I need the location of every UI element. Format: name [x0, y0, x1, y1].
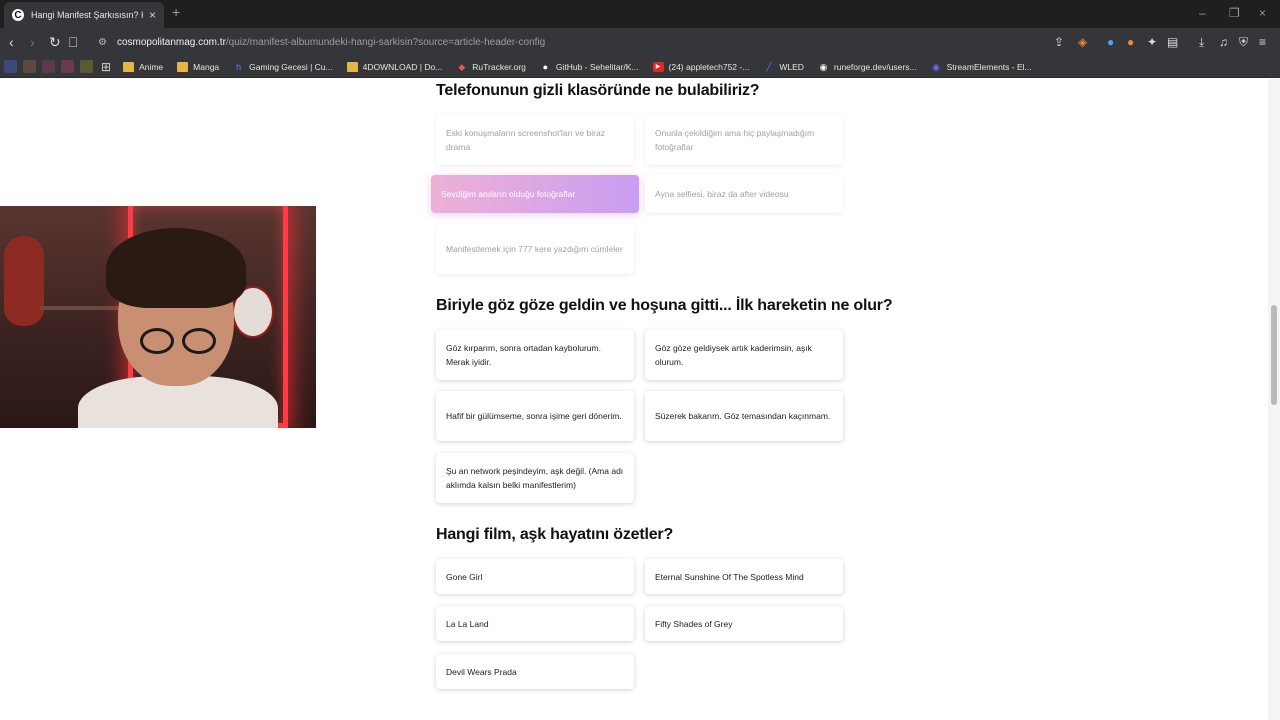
- glasses-left-lens: [140, 328, 174, 354]
- apps-grid-icon[interactable]: ⊞: [101, 60, 111, 74]
- answer-option[interactable]: Şu an network peşindeyim, aşk değil. (Am…: [436, 453, 634, 503]
- url-path: /quiz/manifest-albumundeki-hangi-sarkisi…: [225, 36, 546, 48]
- site-icon: ◉: [819, 61, 828, 72]
- person-hair: [106, 228, 246, 308]
- glasses-right-lens: [182, 328, 216, 354]
- answer-option[interactable]: Manifestlemek için 777 kere yazdığım cüm…: [436, 224, 634, 274]
- page-scrollbar-thumb[interactable]: [1271, 305, 1277, 405]
- back-icon[interactable]: ‹: [9, 33, 14, 51]
- profile-square-icon[interactable]: [80, 60, 93, 73]
- answer-option[interactable]: Onunla çekildiğim ama hiç paylaşmadığım …: [645, 115, 843, 165]
- address-bar[interactable]: ⚙ cosmopolitanmag.com.tr /quiz/manifest-…: [88, 31, 1092, 53]
- answer-option[interactable]: Göz göze geldiysek artık kaderimsin, aşı…: [645, 330, 843, 380]
- answer-option[interactable]: Eski konuşmaların screenshot'ları ve bir…: [436, 115, 634, 165]
- answer-option-selected[interactable]: Sevdiğim anıların olduğu fotoğraflar: [431, 175, 639, 213]
- tab-title: Hangi Manifest Şarkısısın? Kendi: [31, 10, 143, 20]
- bookmark-runeforge[interactable]: ◉ runeforge.dev/users...: [818, 61, 916, 72]
- brave-shields-icon[interactable]: ◈: [1078, 34, 1087, 50]
- window-close-icon[interactable]: ×: [1259, 6, 1266, 20]
- share-icon[interactable]: ⇪: [1054, 34, 1064, 50]
- bookmark-4download[interactable]: 4DOWNLOAD | Do...: [346, 61, 442, 72]
- answer-option[interactable]: Süzerek bakarım. Göz temasından kaçınmam…: [645, 391, 843, 441]
- answer-option[interactable]: Gone Girl: [436, 559, 634, 594]
- answer-option[interactable]: Hafif bir gülümseme, sonra işime geri dö…: [436, 391, 634, 441]
- extensions-icon[interactable]: ✦: [1147, 34, 1157, 50]
- profile-square-icon[interactable]: [42, 60, 55, 73]
- github-icon: ●: [542, 61, 549, 72]
- extension-pin-icon[interactable]: ●: [1127, 34, 1134, 50]
- bookmark-wled[interactable]: ╱ WLED: [763, 62, 804, 72]
- new-tab-icon[interactable]: +: [172, 4, 180, 20]
- guitar-shape: [4, 236, 44, 326]
- answer-option[interactable]: Eternal Sunshine Of The Spotless Mind: [645, 559, 843, 594]
- shelf-shape: [40, 306, 120, 310]
- profile-square-icon[interactable]: [4, 60, 17, 73]
- cosmopolitan-favicon-icon: C: [12, 9, 24, 21]
- minimize-icon[interactable]: –: [1199, 6, 1206, 20]
- tab-close-icon[interactable]: ×: [149, 8, 156, 22]
- webcam-overlay: [0, 206, 316, 428]
- question-title: Hangi film, aşk hayatını özetler?: [436, 526, 674, 543]
- site-settings-icon[interactable]: ⚙: [98, 37, 107, 48]
- site-icon: ◉: [932, 61, 940, 72]
- folder-icon: [346, 61, 358, 72]
- media-icon[interactable]: ♫: [1219, 34, 1228, 50]
- sidebar-icon[interactable]: ▤: [1167, 34, 1178, 50]
- menu-icon[interactable]: ≡: [1259, 34, 1266, 50]
- answer-option[interactable]: Ayna selfiesi, biraz da after videosu: [645, 175, 843, 213]
- site-icon: h: [236, 61, 242, 72]
- answer-option[interactable]: La La Land: [436, 606, 634, 641]
- site-icon: ◆: [458, 61, 466, 72]
- forward-icon[interactable]: ›: [30, 33, 35, 51]
- answer-option[interactable]: Devil Wears Prada: [436, 654, 634, 689]
- tab-strip: C Hangi Manifest Şarkısısın? Kendi × + –…: [0, 0, 1280, 28]
- browser-tab-active[interactable]: C Hangi Manifest Şarkısısın? Kendi ×: [4, 2, 164, 28]
- profile-square-icon[interactable]: [61, 60, 74, 73]
- reload-icon[interactable]: ↻: [49, 33, 61, 51]
- question-title: Biriyle göz göze geldin ve hoşuna gitti.…: [436, 297, 893, 314]
- browser-toolbar: ‹ › ↻ ⎕ ⚙ cosmopolitanmag.com.tr /quiz/m…: [0, 28, 1280, 56]
- answer-option[interactable]: Göz kırparım, sonra ortadan kaybolurum. …: [436, 330, 634, 380]
- bookmark-streamelements[interactable]: ◉ StreamElements - El...: [931, 61, 1031, 72]
- folder-icon: [177, 61, 189, 72]
- answer-option[interactable]: Fifty Shades of Grey: [645, 606, 843, 641]
- bookmark-anime[interactable]: Anime: [123, 61, 163, 72]
- bookmarks-bar: ⊞ Anime Manga h Gaming Gecesi | Cu... 4DO…: [0, 56, 1280, 78]
- question-title: Telefonunun gizli klasöründe ne bulabili…: [436, 82, 760, 99]
- bookmark-youtube[interactable]: ▶ (24) appletech752 -...: [652, 61, 749, 72]
- bookmark-manga[interactable]: Manga: [177, 61, 219, 72]
- url-host: cosmopolitanmag.com.tr: [116, 36, 226, 48]
- restore-icon[interactable]: ❐: [1229, 6, 1240, 20]
- site-icon: ╱: [766, 61, 772, 72]
- folder-icon: [123, 61, 135, 72]
- downloads-icon[interactable]: ⤓: [1199, 34, 1204, 50]
- bookmark-icon[interactable]: ⎕: [69, 33, 77, 51]
- profile-square-icon[interactable]: [23, 60, 36, 73]
- vpn-shield-icon[interactable]: ⛨: [1239, 34, 1248, 50]
- bookmark-gaming-gecesi[interactable]: h Gaming Gecesi | Cu...: [233, 62, 332, 72]
- youtube-icon: ▶: [652, 61, 664, 72]
- bookmark-rutracker[interactable]: ◆ RuTracker.org: [456, 62, 526, 72]
- extension-drop-icon[interactable]: ●: [1107, 34, 1114, 50]
- bookmark-github[interactable]: ● GitHub - Sehelitar/K...: [540, 62, 639, 72]
